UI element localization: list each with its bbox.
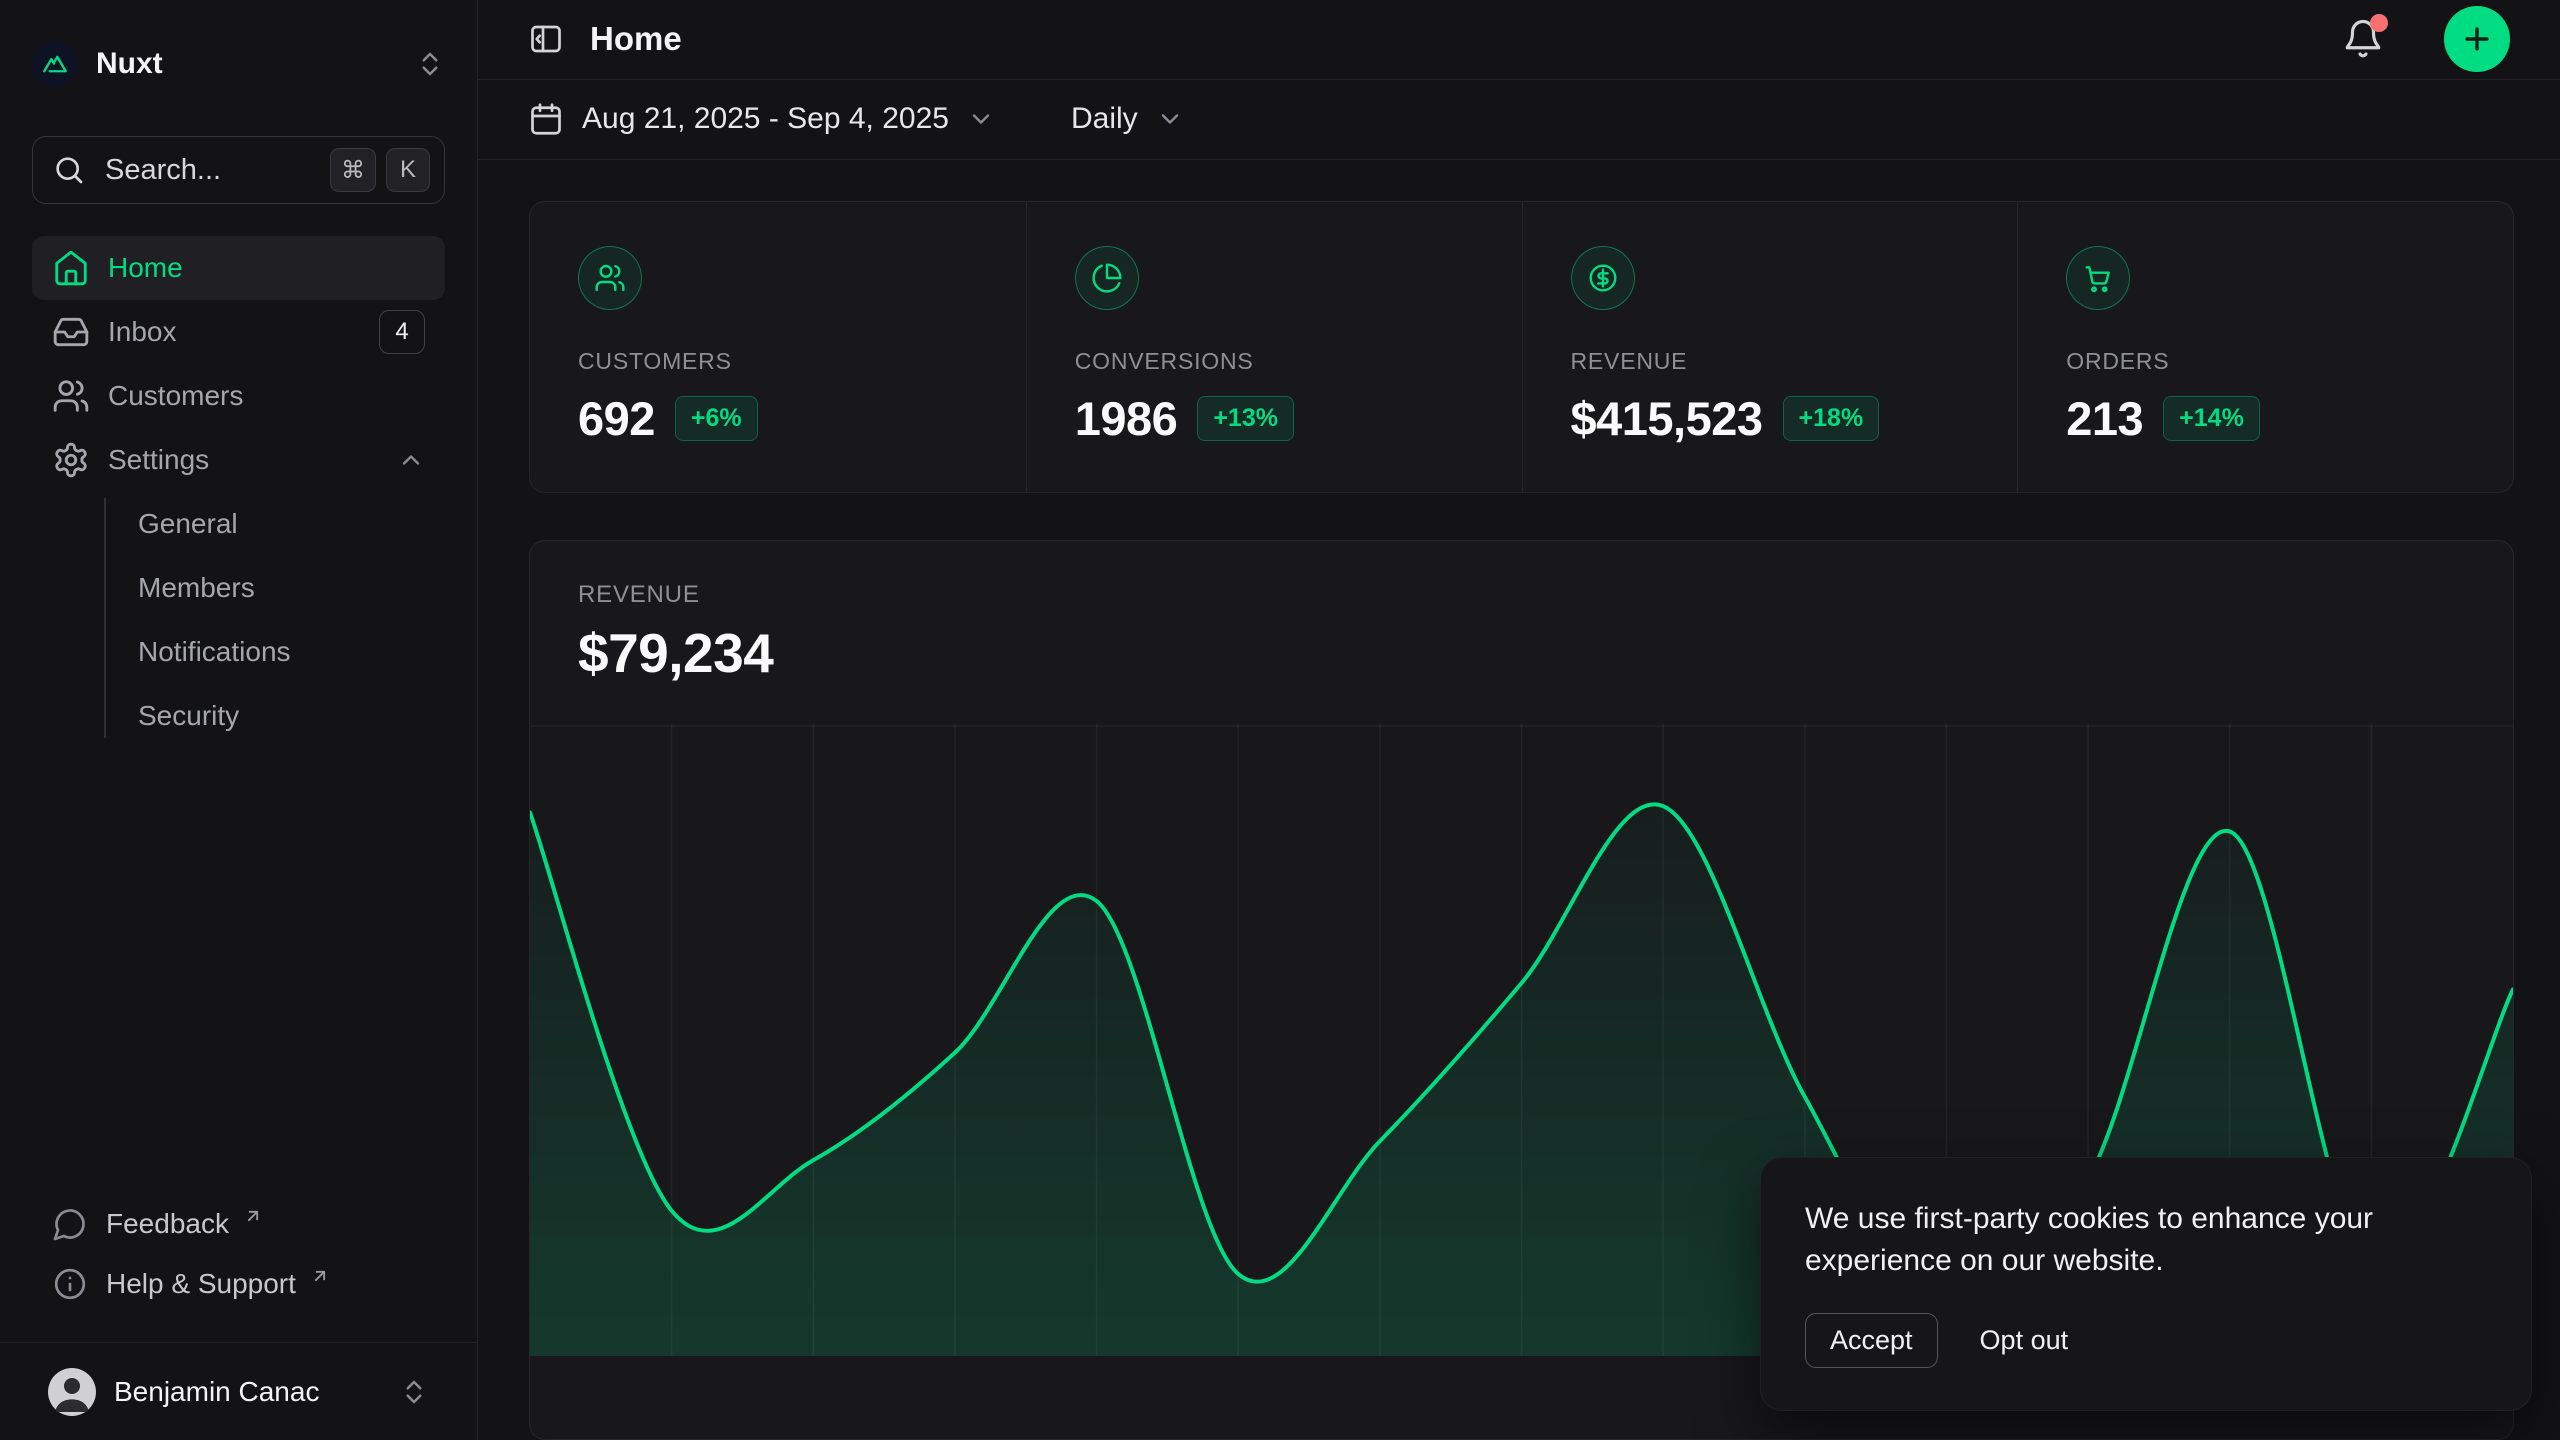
stat-card-orders[interactable]: ORDERS 213 +14% (2017, 202, 2513, 492)
stat-card-conversions[interactable]: CONVERSIONS 1986 +13% (1026, 202, 1522, 492)
cookie-actions: Accept Opt out (1805, 1313, 2487, 1368)
sidebar-item-customers[interactable]: Customers (32, 364, 445, 428)
nuxt-logo-icon (32, 41, 78, 87)
info-circle-icon (52, 1266, 88, 1302)
sidebar-item-label: Inbox (108, 316, 361, 348)
stat-label: CONVERSIONS (1075, 348, 1474, 375)
user-name: Benjamin Canac (114, 1376, 381, 1408)
avatar (48, 1368, 96, 1416)
revenue-chart-value: $79,234 (578, 621, 2465, 685)
pie-chart-icon (1075, 246, 1139, 310)
home-icon (52, 249, 90, 287)
calendar-icon (528, 101, 564, 137)
stat-label: CUSTOMERS (578, 348, 978, 375)
accept-cookies-button[interactable]: Accept (1805, 1313, 1938, 1368)
org-switcher[interactable]: Nuxt (16, 28, 461, 100)
sidebar-item-home[interactable]: Home (32, 236, 445, 300)
stat-card-customers[interactable]: CUSTOMERS 692 +6% (530, 202, 1026, 492)
panel-left-icon (528, 21, 564, 57)
date-range-value: Aug 21, 2025 - Sep 4, 2025 (582, 102, 949, 136)
stat-value: 692 (578, 391, 655, 446)
revenue-chart-header: REVENUE $79,234 (530, 541, 2513, 685)
sidebar-footer: Feedback Help & Support (0, 1194, 477, 1334)
message-bubble-icon (52, 1206, 88, 1242)
sidebar-item-notifications[interactable]: Notifications (104, 620, 445, 684)
sidebar-item-label: Customers (108, 380, 425, 412)
settings-subnav: General Members Notifications Security (32, 492, 445, 748)
search-input[interactable]: Search... ⌘ K (32, 136, 445, 204)
top-header: Home (478, 0, 2560, 80)
sidebar-item-general[interactable]: General (104, 492, 445, 556)
inbox-icon (52, 313, 90, 351)
dollar-circle-icon (1571, 246, 1635, 310)
search-shortcut: ⌘ K (330, 148, 430, 192)
granularity-value: Daily (1071, 102, 1138, 136)
stat-label: ORDERS (2066, 348, 2465, 375)
cart-icon (2066, 246, 2130, 310)
notification-dot (2370, 14, 2388, 32)
opt-out-button[interactable]: Opt out (1976, 1314, 2073, 1367)
chevron-down-icon (967, 105, 995, 133)
app-root: Nuxt Search... ⌘ K Home (0, 0, 2560, 1440)
search-icon (53, 154, 85, 186)
help-support-label: Help & Support (106, 1268, 296, 1300)
sidebar-nav: Home Inbox 4 Customers Settings (0, 236, 477, 748)
inbox-count-badge: 4 (379, 310, 425, 354)
stat-card-revenue[interactable]: REVENUE $415,523 +18% (1522, 202, 2018, 492)
chevrons-up-down-icon (415, 49, 445, 79)
stat-value: 1986 (1075, 391, 1178, 446)
sidebar-item-label: Settings (108, 444, 379, 476)
cookie-banner: We use first-party cookies to enhance yo… (1760, 1157, 2532, 1411)
kbd-cmd: ⌘ (330, 148, 376, 192)
date-range-picker[interactable]: Aug 21, 2025 - Sep 4, 2025 (528, 101, 995, 137)
feedback-link[interactable]: Feedback (32, 1194, 445, 1254)
stat-value: $415,523 (1571, 391, 1763, 446)
filters-toolbar: Aug 21, 2025 - Sep 4, 2025 Daily (478, 80, 2560, 160)
stat-label: REVENUE (1571, 348, 1970, 375)
sidebar-item-settings[interactable]: Settings (32, 428, 445, 492)
stat-delta-badge: +14% (2163, 396, 2260, 441)
search-placeholder: Search... (105, 154, 310, 187)
chevrons-up-down-icon (399, 1377, 429, 1407)
collapse-sidebar-button[interactable] (528, 21, 564, 57)
stat-delta-badge: +6% (675, 396, 758, 441)
chevron-down-icon (1156, 105, 1184, 133)
sidebar-spacer (0, 748, 477, 1194)
add-button[interactable] (2444, 6, 2510, 72)
stat-delta-badge: +13% (1197, 396, 1294, 441)
chevron-up-icon (397, 446, 425, 474)
kbd-k: K (386, 148, 430, 192)
plus-icon (2460, 22, 2494, 56)
feedback-label: Feedback (106, 1208, 229, 1240)
sidebar-item-security[interactable]: Security (104, 684, 445, 748)
sidebar: Nuxt Search... ⌘ K Home (0, 0, 478, 1440)
page-title: Home (590, 20, 2316, 58)
cookie-message: We use first-party cookies to enhance yo… (1805, 1198, 2405, 1281)
sidebar-item-inbox[interactable]: Inbox 4 (32, 300, 445, 364)
gear-icon (52, 441, 90, 479)
sidebar-item-label: Home (108, 252, 425, 284)
users-icon (578, 246, 642, 310)
external-link-icon (243, 1206, 263, 1226)
notifications-button[interactable] (2342, 18, 2384, 60)
granularity-select[interactable]: Daily (1071, 102, 1184, 136)
org-name: Nuxt (96, 47, 397, 81)
sidebar-item-members[interactable]: Members (104, 556, 445, 620)
stats-row: CUSTOMERS 692 +6% CONVERSIONS 1986 +13% (529, 201, 2514, 493)
external-link-icon (310, 1266, 330, 1286)
stat-delta-badge: +18% (1783, 396, 1880, 441)
revenue-chart-label: REVENUE (578, 581, 2465, 609)
user-menu[interactable]: Benjamin Canac (0, 1342, 477, 1440)
stat-value: 213 (2066, 391, 2143, 446)
users-icon (52, 377, 90, 415)
help-support-link[interactable]: Help & Support (32, 1254, 445, 1314)
